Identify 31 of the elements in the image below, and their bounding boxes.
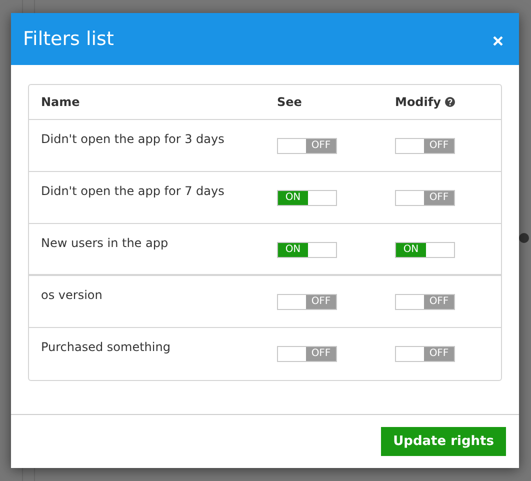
toggle-switch[interactable]: OFF	[277, 346, 337, 362]
filter-name: os version	[41, 287, 104, 304]
toggle-label: OFF	[424, 295, 454, 309]
dialog-title: Filters list	[23, 26, 114, 52]
filter-name: Didn't open the app for 3 days	[41, 131, 226, 148]
close-icon[interactable]	[493, 36, 503, 46]
column-header: Name	[41, 94, 81, 111]
filter-name: New users in the app	[41, 235, 170, 252]
toggle-switch[interactable]: ON	[277, 242, 337, 258]
toggle-label: OFF	[306, 347, 336, 361]
toggle-label: OFF	[306, 139, 336, 153]
column-header: See	[277, 94, 303, 111]
update-rights-button[interactable]: Update rights	[381, 427, 506, 456]
toggle-label: OFF	[424, 347, 454, 361]
toggle-label: OFF	[424, 191, 454, 205]
toggle-switch[interactable]: OFF	[395, 346, 455, 362]
toggle-label: OFF	[306, 295, 336, 309]
filter-name: Didn't open the app for 7 days	[41, 183, 226, 200]
toggle-switch[interactable]: ON	[277, 190, 337, 206]
toggle-switch[interactable]: OFF	[395, 190, 455, 206]
toggle-label: ON	[278, 191, 308, 205]
filter-name: Purchased something	[41, 339, 172, 356]
toggle-label: ON	[396, 243, 426, 257]
toggle-label: ON	[278, 243, 308, 257]
toggle-switch[interactable]: OFF	[395, 138, 455, 154]
toggle-switch[interactable]: ON	[395, 242, 455, 258]
toggle-label: OFF	[424, 139, 454, 153]
toggle-switch[interactable]: OFF	[277, 294, 337, 310]
column-header: Modify	[395, 94, 441, 111]
toggle-switch[interactable]: OFF	[395, 294, 455, 310]
toggle-switch[interactable]: OFF	[277, 138, 337, 154]
